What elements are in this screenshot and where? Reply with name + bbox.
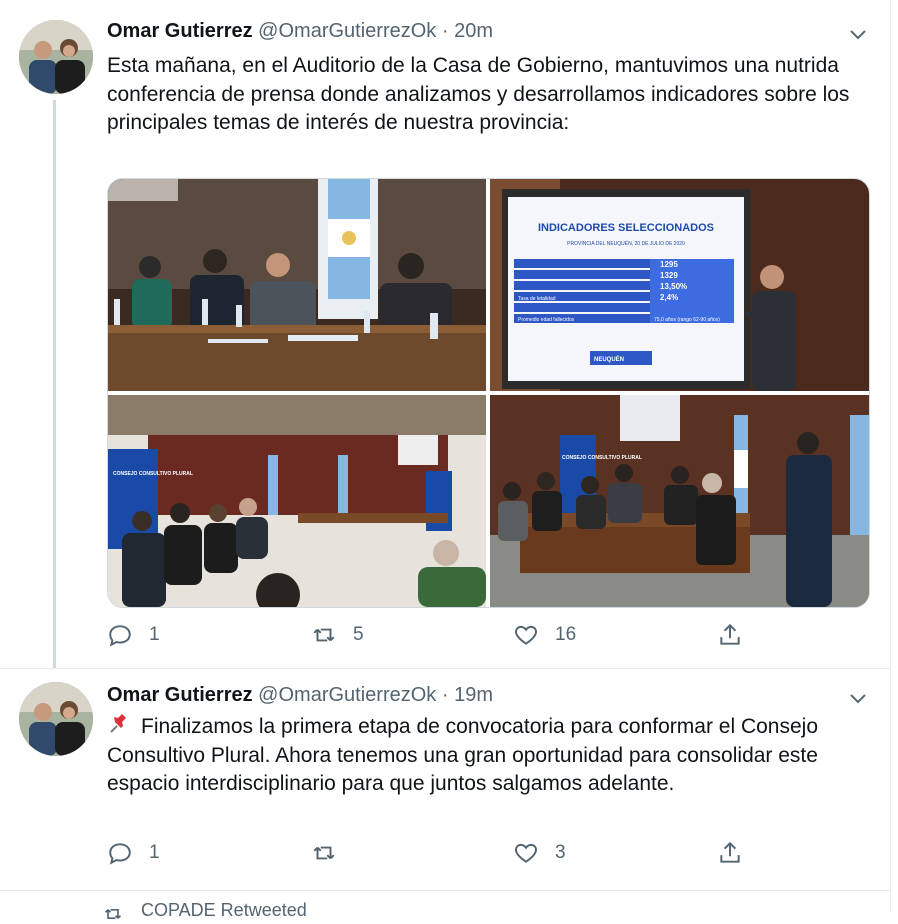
- more-options-chevron-icon[interactable]: [846, 22, 870, 46]
- share-icon: [720, 623, 740, 645]
- author-name[interactable]: Omar Gutierrez: [107, 20, 253, 42]
- retweet-icon: [104, 909, 122, 919]
- timeline-border: [890, 0, 891, 912]
- retweet-button[interactable]: 5: [311, 622, 364, 648]
- retweet-count: 5: [353, 624, 364, 645]
- reply-button[interactable]: 1: [107, 622, 160, 648]
- photo-officials-table[interactable]: CONSEJO CONSULTIVO PLURAL: [490, 395, 869, 607]
- share-button[interactable]: [717, 622, 743, 648]
- like-count: 16: [555, 624, 577, 645]
- reply-count: 1: [149, 624, 160, 645]
- thread-line: [53, 100, 56, 668]
- tweet-actions: 1 3: [107, 840, 747, 870]
- banner-left-text: CONSEJO CONSULTIVO PLURAL: [113, 471, 193, 477]
- slide-row-label-2: Promedio edad fallecidos: [518, 317, 575, 323]
- share-icon: [720, 841, 740, 863]
- avatar[interactable]: [19, 20, 93, 94]
- tweet-header: Omar Gutierrez @OmarGutierrezOk · 19m: [107, 682, 493, 708]
- like-count: 3: [555, 842, 566, 863]
- retweet-icon: [313, 628, 335, 642]
- more-options-chevron-icon[interactable]: [846, 686, 870, 710]
- slide-value-4: 2,4%: [660, 293, 678, 302]
- slide-logo: NEUQUÉN: [594, 355, 624, 363]
- photo-indicators-slide[interactable]: INDICADORES SELECCIONADOS PROVINCIA DEL …: [490, 179, 869, 391]
- separator: ·: [441, 684, 449, 706]
- heart-icon: [515, 625, 537, 645]
- author-handle[interactable]: @OmarGutierrezOk: [258, 20, 436, 42]
- timestamp[interactable]: 20m: [454, 20, 493, 42]
- slide-value-3: 13,50%: [660, 282, 687, 291]
- tweet-divider: [0, 890, 890, 891]
- author-handle[interactable]: @OmarGutierrezOk: [258, 684, 436, 706]
- reply-count: 1: [149, 842, 160, 863]
- slide-title: INDICADORES SELECCIONADOS: [538, 222, 714, 234]
- banner-right-text: CONSEJO CONSULTIVO PLURAL: [562, 455, 642, 461]
- reply-icon: [109, 843, 131, 865]
- pushpin-icon: [107, 712, 131, 736]
- tweet-actions: 1 5 16: [107, 622, 747, 652]
- reply-button[interactable]: 1: [107, 840, 160, 866]
- retweet-icon: [313, 846, 335, 860]
- tweet-text: Esta mañana, en el Auditorio de la Casa …: [107, 54, 850, 134]
- retweeted-label: COPADE Retweeted: [141, 900, 307, 920]
- tweet-1[interactable]: Omar Gutierrez @OmarGutierrezOk · 20m Es…: [0, 0, 890, 668]
- share-button[interactable]: [717, 840, 743, 866]
- slide-value-2: 1329: [660, 271, 678, 280]
- slide-value-1: 1295: [660, 260, 678, 269]
- timestamp[interactable]: 19m: [454, 684, 493, 706]
- photo-press-conference[interactable]: [108, 179, 486, 391]
- media-grid[interactable]: INDICADORES SELECCIONADOS PROVINCIA DEL …: [107, 178, 870, 608]
- author-name[interactable]: Omar Gutierrez: [107, 684, 253, 706]
- retweet-button[interactable]: [311, 840, 353, 866]
- tweet-2[interactable]: Omar Gutierrez @OmarGutierrezOk · 19m Fi…: [0, 668, 890, 890]
- slide-row-label-1: Tasa de letalidad: [518, 296, 556, 302]
- tweet-header: Omar Gutierrez @OmarGutierrezOk · 20m: [107, 18, 493, 44]
- like-button[interactable]: 3: [513, 840, 566, 866]
- separator: ·: [441, 20, 449, 42]
- tweet-text-body: Finalizamos la primera etapa de convocat…: [107, 715, 819, 795]
- heart-icon: [515, 843, 537, 863]
- avatar[interactable]: [19, 682, 93, 756]
- tweet-text: Finalizamos la primera etapa de convocat…: [107, 712, 867, 799]
- photo-council-meeting[interactable]: CONSEJO CONSULTIVO PLURAL: [108, 395, 486, 607]
- slide-subtitle: PROVINCIA DEL NEUQUÉN, 20 DE JULIO DE 20…: [567, 240, 685, 247]
- slide-footer-value: 75,0 años (rango 62-90 años): [654, 317, 720, 323]
- reply-icon: [109, 625, 131, 647]
- like-button[interactable]: 16: [513, 622, 576, 648]
